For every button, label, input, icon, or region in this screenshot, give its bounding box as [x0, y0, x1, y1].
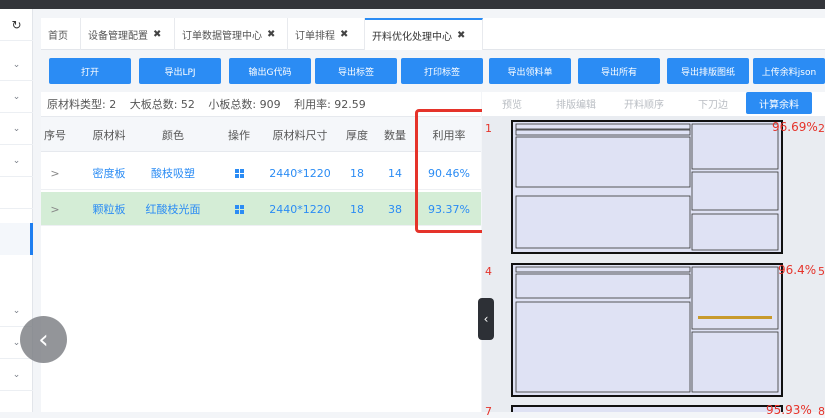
tab-order-data[interactable]: 订单数据管理中心 ✖ — [175, 18, 288, 50]
export-layout-drawing-button[interactable]: 导出排版图纸 — [667, 58, 749, 84]
close-icon[interactable]: ✖ — [267, 29, 275, 40]
sheet-index: 4 — [485, 265, 492, 278]
col-color: 颜色 — [162, 129, 184, 142]
grid-icon[interactable] — [219, 156, 259, 190]
nav-item[interactable] — [0, 177, 33, 209]
toolbar: 打开 导出LPJ 输出G代码 导出标签 打印标签 导出领料单 导出所有 导出排版… — [41, 58, 825, 88]
sheet-1[interactable] — [511, 120, 783, 254]
col-thickness: 厚度 — [346, 129, 368, 142]
nav-chevron-7[interactable]: ⌄ — [0, 359, 33, 391]
nav-chevron-1[interactable]: ⌄ — [0, 49, 33, 81]
close-icon[interactable]: ✖ — [457, 30, 465, 41]
cell-size: 2440*1220 — [269, 166, 331, 180]
cell-qty: 14 — [388, 166, 402, 180]
large-total: 大板总数: 52 — [129, 98, 195, 111]
export-labels-button[interactable]: 导出标签 — [315, 58, 397, 84]
nav-chevron-3[interactable]: ⌄ — [0, 113, 33, 145]
open-button[interactable]: 打开 — [49, 58, 131, 84]
cell-thickness: 18 — [350, 166, 364, 180]
sheet-rate: 96.4% — [778, 263, 817, 277]
utilization: 利用率: 92.59 — [294, 98, 366, 111]
layout-preview: 1 96.69% 2 4 96.4% 5 7 95.93% 8 — [482, 116, 825, 418]
expand-icon[interactable]: > — [41, 156, 69, 190]
cell-color: 酸枝吸塑 — [151, 167, 195, 180]
layout-sheets — [511, 120, 783, 418]
output-gcode-button[interactable]: 输出G代码 — [229, 58, 311, 84]
close-icon[interactable]: ✖ — [340, 29, 348, 40]
chevron-down-icon: ⌄ — [12, 369, 21, 380]
chevron-left-icon: ‹ — [483, 312, 489, 326]
close-icon[interactable]: ✖ — [153, 29, 161, 40]
cell-thickness: 18 — [350, 202, 364, 216]
chevron-down-icon: ⌄ — [12, 91, 21, 102]
cell-size: 2440*1220 — [269, 202, 331, 216]
cell-color: 红酸枝光面 — [145, 203, 201, 216]
subtab-cut-order[interactable]: 开料顺序 — [616, 92, 672, 114]
nav-chevron-2[interactable]: ⌄ — [0, 81, 33, 113]
chevron-left-icon: ‹ — [38, 324, 49, 355]
grid-icon[interactable] — [219, 192, 259, 226]
tab-device-config[interactable]: 设备管理配置 ✖ — [81, 18, 175, 50]
col-action: 操作 — [228, 129, 250, 142]
sheet-index-next: 2 — [818, 122, 825, 135]
small-total: 小板总数: 909 — [208, 98, 281, 111]
cell-qty: 38 — [388, 202, 402, 216]
subtab-layout-edit[interactable]: 排版编辑 — [548, 92, 604, 114]
summary-bar: 原材料类型: 2 大板总数: 52 小板总数: 909 利用率: 92.59 — [47, 96, 376, 112]
chevron-down-icon: ⌄ — [12, 305, 21, 316]
expand-icon[interactable]: > — [41, 192, 69, 226]
col-qty: 数量 — [384, 129, 406, 142]
chevron-down-icon: ⌄ — [12, 59, 21, 70]
export-picklist-button[interactable]: 导出领料单 — [489, 58, 571, 84]
chevron-down-icon: ⌄ — [12, 123, 21, 134]
col-size: 原材料尺寸 — [272, 129, 328, 142]
sheet-3[interactable] — [511, 405, 783, 418]
refresh-icon[interactable]: ↻ — [0, 9, 33, 41]
nav-item-active[interactable] — [0, 223, 33, 255]
sheet-index: 1 — [485, 122, 492, 135]
calc-remnant-button[interactable]: 计算余料 — [746, 92, 812, 114]
material-types: 原材料类型: 2 — [47, 98, 117, 111]
tab-home[interactable]: 首页 — [41, 18, 81, 50]
export-all-button[interactable]: 导出所有 — [578, 58, 660, 84]
collapse-handle[interactable]: ‹ — [478, 298, 494, 340]
col-index: 序号 — [44, 129, 66, 142]
print-labels-button[interactable]: 打印标签 — [401, 58, 483, 84]
tab-order-schedule[interactable]: 订单排程 ✖ — [288, 18, 365, 50]
top-bar — [0, 0, 825, 9]
upload-remnant-json-button[interactable]: 上传余料json — [753, 58, 825, 84]
nav-chevron-4[interactable]: ⌄ — [0, 145, 33, 177]
sheet-rate: 95.93% — [766, 403, 812, 417]
tab-cutting-optimization[interactable]: 开料优化处理中心 ✖ — [365, 18, 483, 50]
chevron-down-icon: ⌄ — [12, 155, 21, 166]
sheet-rate: 96.69% — [772, 120, 818, 134]
cell-material: 颗粒板 — [92, 203, 126, 216]
layout-subtabs: 预览 排版编辑 开料顺序 下刀边 计算余料 — [482, 92, 825, 116]
tab-bar: 首页 设备管理配置 ✖ 订单数据管理中心 ✖ 订单排程 ✖ 开料优化处理中心 ✖ — [41, 18, 825, 50]
subtab-preview[interactable]: 预览 — [492, 92, 532, 114]
export-lpj-button[interactable]: 导出LPJ — [139, 58, 221, 84]
cell-material: 密度板 — [92, 167, 126, 180]
subtab-blade-edge[interactable]: 下刀边 — [688, 92, 738, 114]
sheet-2[interactable] — [511, 263, 783, 397]
back-button[interactable]: ‹ — [20, 316, 67, 363]
sheet-index-next: 5 — [818, 265, 825, 278]
col-material: 原材料 — [92, 129, 126, 142]
